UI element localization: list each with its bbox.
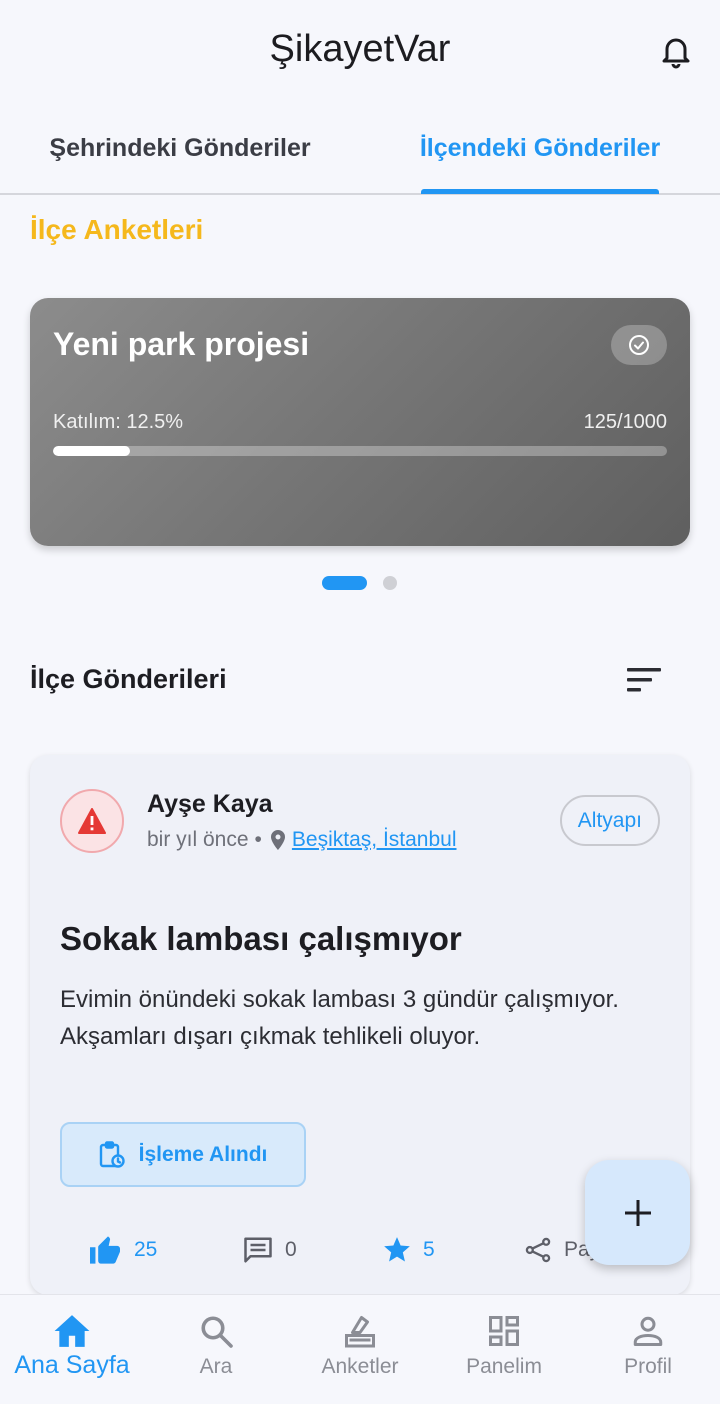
star-icon	[383, 1236, 411, 1264]
nav-panel[interactable]: Panelim	[432, 1295, 576, 1404]
check-circle-icon	[611, 325, 667, 365]
plus-icon	[624, 1199, 651, 1226]
dashboard-icon	[486, 1313, 522, 1349]
nav-panel-label: Panelim	[466, 1355, 542, 1378]
category-chip[interactable]: Altyapı	[559, 795, 660, 846]
posts-section-title: İlçe Gönderileri	[30, 664, 227, 694]
star-count: 5	[423, 1238, 435, 1261]
nav-surveys[interactable]: Anketler	[288, 1295, 432, 1404]
post-title: Sokak lambası çalışmıyor	[60, 920, 462, 957]
feed-tabs: Şehrindeki Gönderiler İlçendeki Gönderil…	[0, 118, 720, 195]
app-bar: ŞikayetVar	[0, 0, 720, 104]
nav-home-label: Ana Sayfa	[14, 1351, 130, 1379]
app-title: ŞikayetVar	[269, 28, 451, 70]
like-button[interactable]: 25	[88, 1230, 157, 1270]
post-time: bir yıl önce	[147, 828, 249, 851]
comment-button[interactable]: 0	[243, 1230, 297, 1270]
add-post-button[interactable]	[585, 1160, 690, 1265]
survey-card[interactable]: Yeni park projesi Katılım: 12.5% 125/100…	[30, 298, 690, 546]
status-badge: İşleme Alındı	[60, 1122, 306, 1187]
nav-profile[interactable]: Profil	[576, 1295, 720, 1404]
thumbs-up-icon	[88, 1235, 122, 1265]
home-icon	[53, 1313, 91, 1349]
status-label: İşleme Alındı	[138, 1142, 268, 1166]
comment-count: 0	[285, 1238, 297, 1261]
notification-bell-icon[interactable]	[658, 32, 694, 72]
surveys-section-title: İlçe Anketleri	[30, 214, 204, 245]
nav-surveys-label: Anketler	[321, 1355, 399, 1378]
nav-search-label: Ara	[199, 1355, 233, 1378]
carousel-dot-active[interactable]	[322, 576, 367, 590]
star-button[interactable]: 5	[383, 1230, 435, 1270]
tab-city-posts[interactable]: Şehrindeki Gönderiler	[20, 118, 340, 193]
nav-home[interactable]: Ana Sayfa	[0, 1295, 144, 1404]
post-meta: bir yıl önce • Beşiktaş, İstanbul	[147, 828, 457, 852]
bottom-nav: Ana Sayfa Ara Anketler Panelim Profil	[0, 1294, 720, 1404]
like-count: 25	[134, 1238, 158, 1261]
search-icon	[198, 1313, 234, 1349]
clipboard-clock-icon	[99, 1140, 125, 1169]
survey-progress-bar	[53, 446, 667, 456]
post-location-link[interactable]: Beşiktaş, İstanbul	[292, 828, 457, 852]
survey-count: 125/1000	[583, 411, 667, 433]
meta-separator: •	[254, 828, 262, 851]
post-body: Evimin önündeki sokak lambası 3 gündür ç…	[60, 986, 619, 1050]
carousel-dot[interactable]	[383, 576, 397, 590]
carousel-indicator	[322, 576, 397, 590]
person-icon	[630, 1313, 666, 1349]
survey-title: Yeni park projesi	[53, 326, 310, 362]
location-pin-icon	[270, 830, 286, 850]
post-author: Ayşe Kaya	[147, 790, 273, 818]
nav-profile-label: Profil	[624, 1355, 672, 1378]
ballot-box-icon	[342, 1313, 378, 1349]
comment-icon	[243, 1236, 273, 1264]
tab-district-posts[interactable]: İlçendeki Gönderiler	[380, 118, 700, 193]
survey-progress-fill	[53, 446, 130, 456]
nav-search[interactable]: Ara	[144, 1295, 288, 1404]
warning-icon	[60, 789, 124, 853]
survey-participation: Katılım: 12.5%	[53, 411, 184, 433]
tab-indicator	[421, 189, 659, 194]
share-icon	[524, 1236, 552, 1264]
sort-icon[interactable]	[624, 664, 664, 696]
